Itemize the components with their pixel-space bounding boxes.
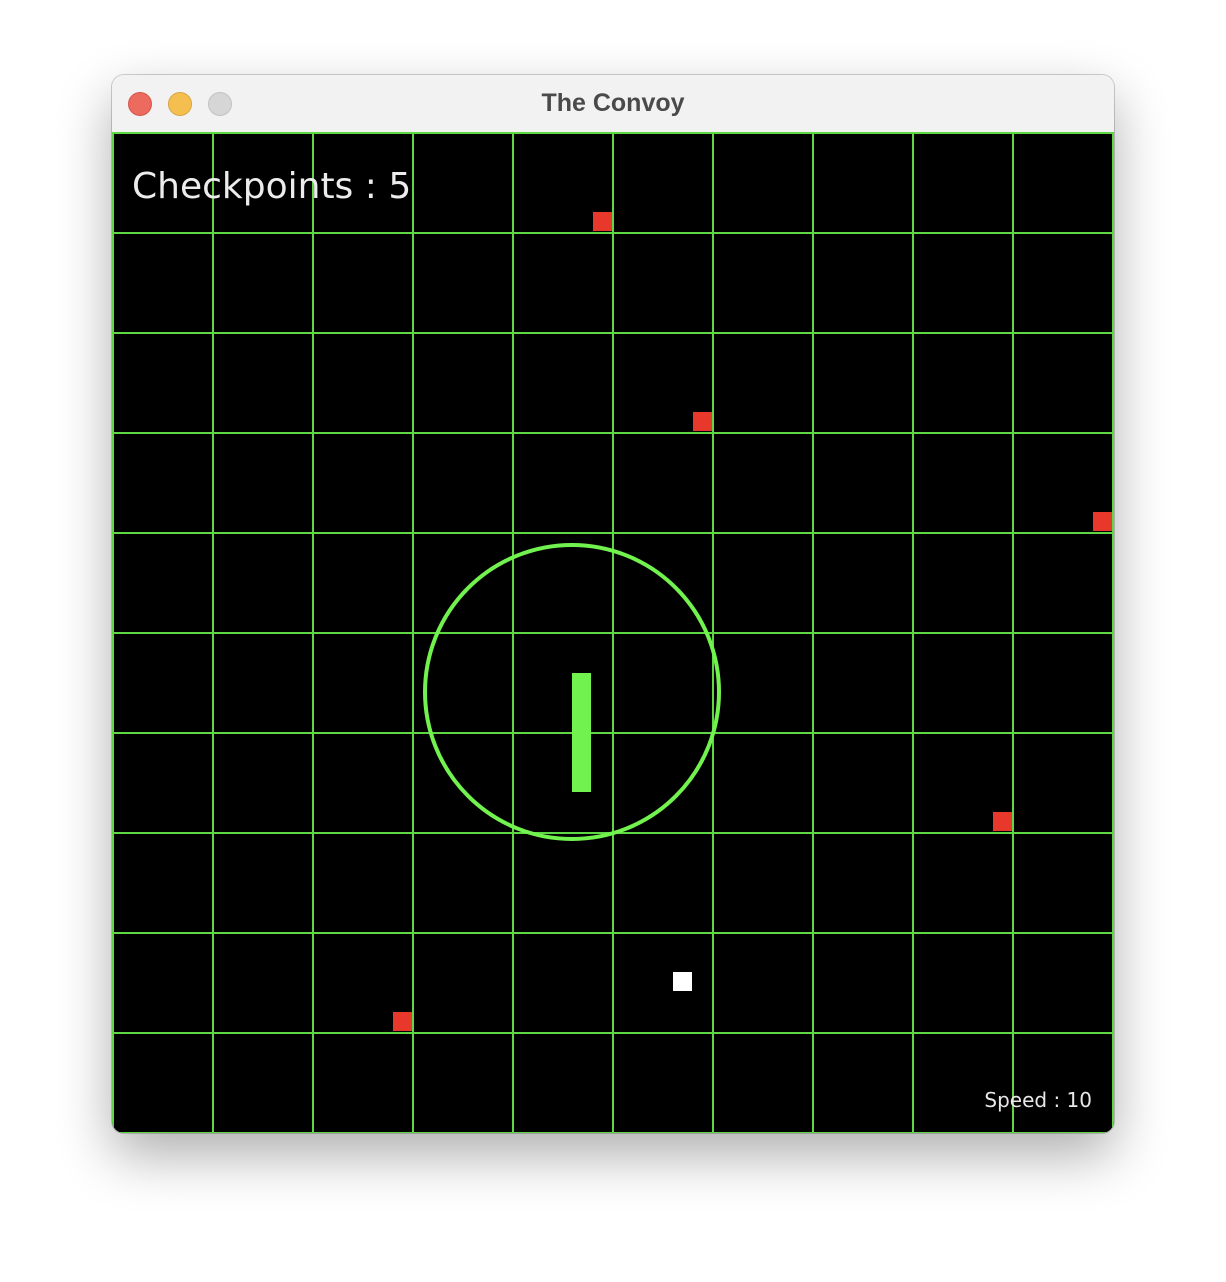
checkpoint-marker (993, 812, 1012, 831)
checkpoint-marker (393, 1012, 412, 1031)
game-board-svg (112, 132, 1114, 1133)
player-marker (673, 972, 692, 991)
window-title: The Convoy (541, 89, 685, 117)
game-board[interactable]: Checkpoints : 5 Speed : 10 (112, 132, 1114, 1133)
title-bar[interactable]: The Convoy (112, 75, 1114, 133)
convoy-vehicle (572, 673, 591, 792)
checkpoints-counter: Checkpoints : 5 (132, 166, 412, 207)
speed-indicator: Speed : 10 (984, 1088, 1092, 1112)
checkpoint-marker (1093, 512, 1112, 531)
checkpoint-marker (593, 212, 612, 231)
checkpoint-marker (693, 412, 712, 431)
game-window: The Convoy Checkpoints : 5 Speed : 10 (112, 75, 1114, 1133)
